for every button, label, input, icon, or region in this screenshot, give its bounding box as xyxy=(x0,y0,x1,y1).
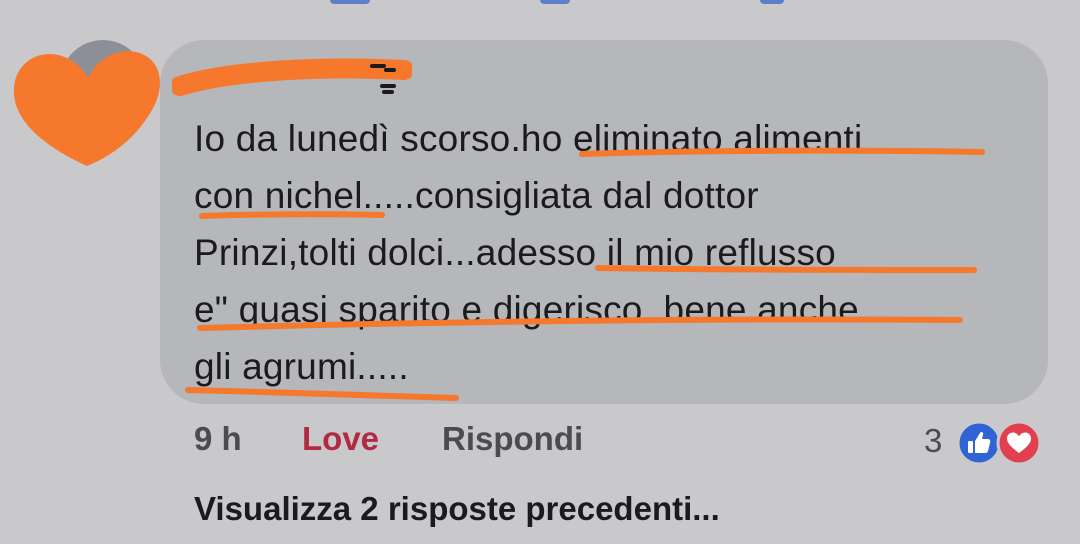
view-previous-replies-link[interactable]: Visualizza 2 risposte precedenti... xyxy=(194,490,720,528)
comment-line: gli agrumi..... xyxy=(194,346,409,387)
avatar[interactable] xyxy=(12,38,172,178)
reaction-count: 3 xyxy=(924,422,943,459)
comment-text: Io da lunedì scorso.ho eliminato aliment… xyxy=(194,110,1014,395)
author-name-redaction xyxy=(172,58,412,96)
comment-line: e" quasi sparito e digerisco..bene anche xyxy=(194,289,859,330)
comment-line: Io da lunedì scorso.ho eliminato aliment… xyxy=(194,118,863,159)
previous-content-edge xyxy=(0,0,1080,6)
love-icon xyxy=(996,420,1042,466)
comment-timestamp[interactable]: 9 h xyxy=(194,420,242,458)
reply-button[interactable]: Rispondi xyxy=(442,420,583,458)
avatar-redaction-heart xyxy=(13,51,160,166)
comment-line: con nichel.....consigliata dal dottor xyxy=(194,175,759,216)
comment-line: Prinzi,tolti dolci...adesso il mio reflu… xyxy=(194,232,836,273)
love-reaction-button[interactable]: Love xyxy=(302,420,379,458)
